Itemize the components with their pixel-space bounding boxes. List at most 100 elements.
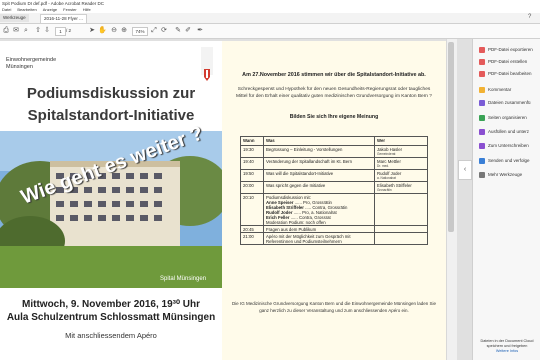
- table-row: 20:45 Fragen aus dem Publikum: [240, 225, 428, 233]
- highlight-icon[interactable]: ✐: [184, 26, 192, 35]
- intro-text: Schreckgespenst und Hypothek für den neu…: [236, 87, 432, 99]
- comment-tool-icon: [479, 86, 485, 93]
- tools-pane: PDF-Datei exportieren PDF-Datei erstelle…: [472, 39, 540, 360]
- search-icon[interactable]: ⌕: [22, 26, 30, 35]
- promo-text: Dateien in der Document Cloud speichern …: [480, 339, 534, 348]
- tool-label: Dateien zusammenfü: [488, 100, 531, 105]
- tool-organize-pages[interactable]: Seiten organisieren: [479, 113, 527, 122]
- next-page-icon[interactable]: ⇩: [43, 26, 51, 35]
- row-who: [374, 193, 428, 226]
- table-row: 19:50 Was will die Spitalstandort-Initia…: [240, 169, 428, 182]
- tool-label: Senden und verfolge: [488, 158, 530, 163]
- edit-pdf-icon: [479, 70, 485, 77]
- panel-member-name: Erich Feller: [266, 214, 290, 220]
- menu-hilfe[interactable]: Hilfe: [83, 7, 91, 12]
- menu-bearbeiten[interactable]: Bearbeiten: [17, 7, 36, 12]
- document-cloud-promo: Dateien in der Document Cloud speichern …: [475, 339, 539, 354]
- table-row: 20:10 Podiumsdiskussion mit: Anne Speise…: [240, 193, 428, 226]
- more-info-link[interactable]: Weitere Infos: [475, 349, 539, 354]
- create-pdf-icon: [479, 58, 485, 65]
- row-who: [374, 225, 428, 233]
- collapse-pane-icon[interactable]: ‹: [458, 160, 472, 180]
- row-what: Begrüssung – Einleitung - Vorstellungen: [263, 145, 375, 158]
- row-what: Fragen aus dem Publikum: [263, 225, 375, 233]
- zoom-in-icon[interactable]: ⊕: [120, 26, 128, 35]
- event-venue: Aula Schulzentrum Schlossmatt Münsingen: [6, 312, 216, 323]
- photo-caption: Spital Münsingen: [160, 276, 207, 282]
- header-was: Was: [263, 136, 375, 146]
- row-time: 20:45: [240, 225, 264, 233]
- table-row: 19:40 Veränderung der Spitallandschaft i…: [240, 157, 428, 170]
- speaker-name: Jakob Hasler: [377, 146, 403, 152]
- tool-send-track[interactable]: Senden und verfolge: [479, 156, 530, 165]
- org-line-1: Einwohnergemeinde: [6, 57, 57, 63]
- vote-heading: Am 27.November 2016 stimmen wir über die…: [242, 72, 426, 78]
- speaker-role: Grossrätin: [377, 187, 392, 192]
- speaker-name: Elisabeth Striffeler: [377, 182, 412, 188]
- tool-label: PDF-Datei erstellen: [488, 59, 528, 64]
- row-time: 19:50: [240, 169, 264, 182]
- flyer-title-line-1: Podiumsdiskussion zur: [26, 85, 196, 102]
- select-cursor-icon[interactable]: ➤: [88, 26, 96, 35]
- menu-fenster[interactable]: Fenster: [63, 7, 77, 12]
- zoom-level-field[interactable]: 74%: [132, 27, 148, 36]
- tab-bar: Werkzeuge 2016-11-28 Flyer ... ?: [0, 13, 540, 24]
- row-who: Marc Mettler Dr. med.: [374, 157, 428, 170]
- tab-werkzeuge[interactable]: Werkzeuge: [0, 14, 29, 22]
- tool-comment[interactable]: Kommentar: [479, 85, 511, 94]
- row-what: Veränderung der Spitallandschaft im Kt. …: [263, 157, 375, 170]
- window-title: Spit Podium DI def.pdf - Adobe Acrobat R…: [2, 1, 105, 6]
- tool-fill-sign[interactable]: Ausfüllen und unterz: [479, 127, 529, 136]
- help-icon[interactable]: ?: [528, 14, 531, 20]
- row-time: 20:00: [240, 181, 264, 194]
- header-wer: Wer: [374, 136, 428, 146]
- combine-files-icon: [479, 99, 485, 106]
- menu-anzeige[interactable]: Anzeige: [43, 7, 57, 12]
- org-line-2: Münsingen: [6, 63, 33, 70]
- row-time: 19:30: [240, 145, 264, 158]
- hand-tool-icon[interactable]: ✋: [98, 26, 107, 35]
- tool-export-pdf[interactable]: PDF-Datei exportieren: [479, 45, 533, 54]
- tool-label: PDF-Datei exportieren: [488, 47, 533, 52]
- tool-edit-pdf[interactable]: PDF-Datei bearbeiten: [479, 69, 532, 78]
- panel-member-role: Contra, Grossrat: [298, 214, 331, 220]
- flyer-title-line-2: Spitalstandort-Initiative: [27, 107, 195, 124]
- tool-label: Zum Unterschreiben: [488, 143, 529, 148]
- organize-pages-icon: [479, 114, 485, 121]
- menu-datei[interactable]: Datei: [2, 7, 11, 12]
- fit-page-icon[interactable]: ⤢: [150, 26, 158, 35]
- tool-label: Kommentar: [488, 87, 512, 92]
- tool-more-tools[interactable]: Mehr Werkzeuge: [479, 170, 522, 179]
- mail-icon[interactable]: ✉: [12, 26, 20, 35]
- row-what: Podiumsdiskussion mit: Anne Speiser ....…: [263, 193, 375, 226]
- zoom-out-icon[interactable]: ⊖: [110, 26, 118, 35]
- row-time: 21:00: [240, 232, 264, 245]
- page-number-input[interactable]: 1: [55, 27, 66, 36]
- print-icon[interactable]: ⎙: [2, 26, 10, 35]
- speaker-name: Rudolf Joder: [377, 170, 402, 176]
- tab-document[interactable]: 2016-11-28 Flyer ...: [40, 14, 87, 23]
- toolbar: ⎙ ✉ ⌕ ⇧ ⇩ 1 / 2 ➤ ✋ ⊖ ⊕ 74% ⤢ ⟳ ✎ ✐ ✒: [0, 24, 540, 39]
- speaker-role: Gemeinderat: [377, 151, 396, 156]
- comment-icon[interactable]: ✎: [174, 26, 182, 35]
- tool-label: PDF-Datei bearbeiten: [488, 71, 532, 76]
- sign-icon[interactable]: ✒: [196, 26, 204, 35]
- prev-page-icon[interactable]: ⇧: [34, 26, 42, 35]
- speaker-role: a. Nationalrat: [377, 175, 396, 180]
- tool-send-for-signature[interactable]: Zum Unterschreiben: [479, 141, 529, 150]
- speaker-role: Dr. med.: [377, 163, 390, 168]
- speaker-name: Marc Mettler: [377, 158, 401, 164]
- fill-sign-icon: [479, 128, 485, 135]
- scrollbar-thumb[interactable]: [448, 42, 454, 232]
- invitation-footer: Die IG Medizinische Grundversorgung Kant…: [231, 301, 437, 313]
- row-what: Was will die Spitalstandort-Initiative: [263, 169, 375, 182]
- flyer-title: Podiumsdiskussion zur Spitalstandort-Ini…: [0, 83, 222, 127]
- tool-label: Mehr Werkzeuge: [488, 172, 523, 177]
- tool-combine-files[interactable]: Dateien zusammenfü: [479, 98, 531, 107]
- row-time: 19:40: [240, 157, 264, 170]
- table-row: 20:00 Was spricht gegen die Initiative E…: [240, 181, 428, 194]
- municipality-logo: [201, 47, 213, 81]
- rotate-icon[interactable]: ⟳: [160, 26, 168, 35]
- tool-create-pdf[interactable]: PDF-Datei erstellen: [479, 57, 527, 66]
- table-header-row: Wann Was Wer: [240, 136, 428, 146]
